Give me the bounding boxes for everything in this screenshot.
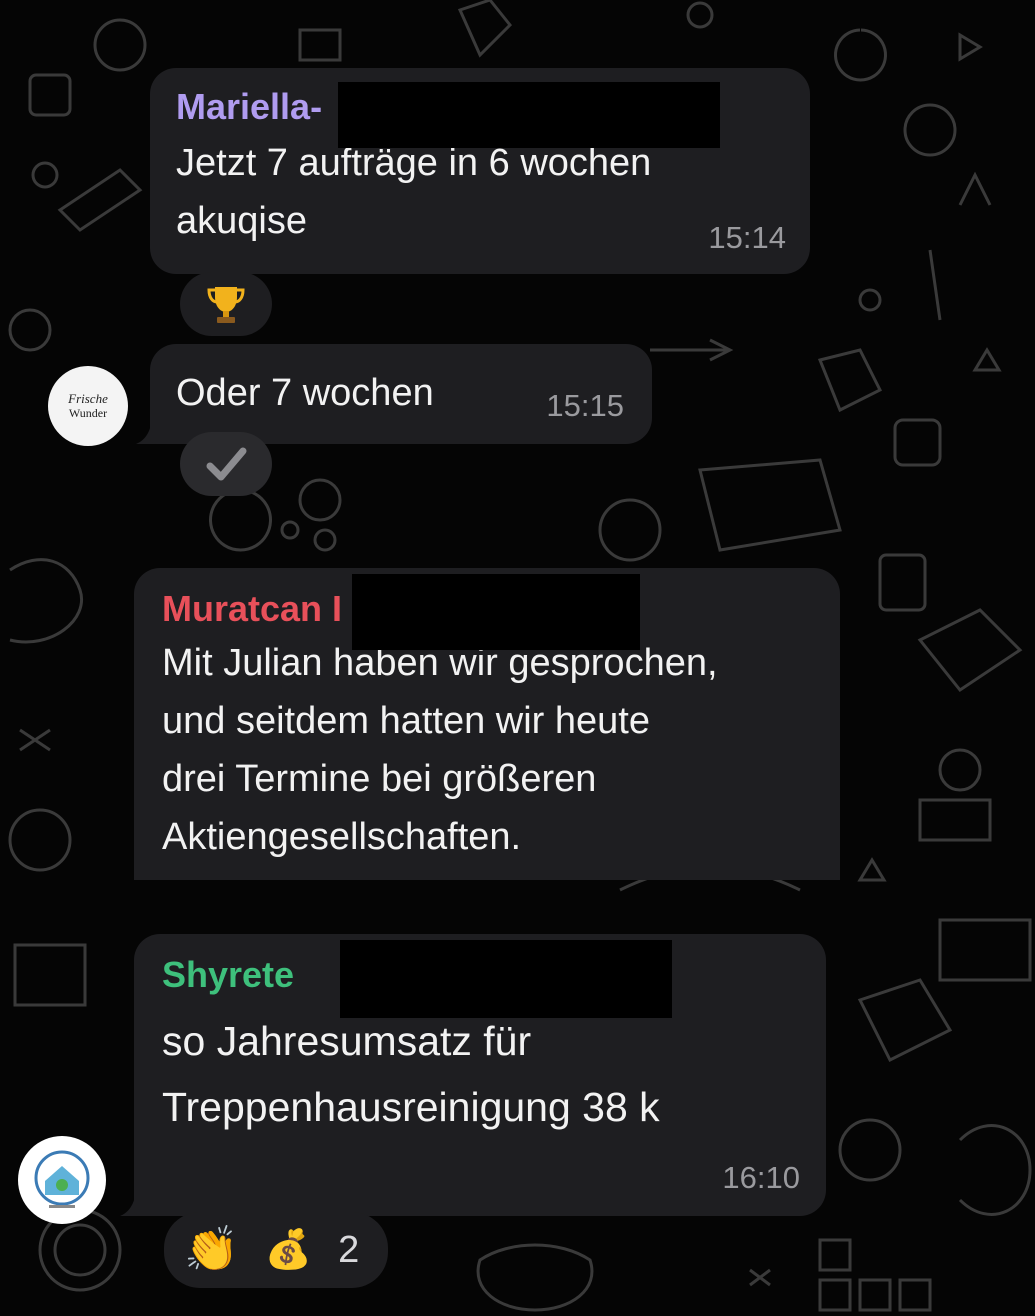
message-bubble-oder[interactable]: Oder 7 wochen 15:15 xyxy=(150,344,652,444)
message-bubble-muratcan[interactable]: Muratcan I Mit Julian haben wir gesproch… xyxy=(134,568,840,880)
message-time: 15:14 xyxy=(708,220,786,255)
reaction-pill[interactable]: 👏 💰 2 xyxy=(164,1212,388,1288)
money-bag-icon: 💰 xyxy=(264,1229,313,1271)
avatar-cleaning-service[interactable] xyxy=(18,1136,106,1224)
redaction-box xyxy=(352,574,640,650)
check-icon xyxy=(206,447,247,481)
redaction-box xyxy=(340,940,672,1018)
message-bubble-shyrete[interactable]: Shyrete so Jahresumsatz für Treppenhausr… xyxy=(134,934,826,1216)
avatar-logo-text: Wunder xyxy=(68,406,108,420)
message-bubble-mariella[interactable]: Mariella- Jetzt 7 aufträge in 6 wochen a… xyxy=(150,68,810,274)
clapping-hands-icon: 👏 xyxy=(184,1225,239,1274)
message-text: Jetzt 7 aufträge in 6 wochen akuqise xyxy=(176,142,652,242)
message-text: so Jahresumsatz für Treppenhausreinigung… xyxy=(162,1018,660,1130)
trophy-icon xyxy=(207,287,245,323)
reaction-pill[interactable] xyxy=(180,272,272,336)
redaction-box xyxy=(338,82,720,148)
message-text: Mit Julian haben wir gesprochen, und sei… xyxy=(162,642,718,858)
message-time: 16:10 xyxy=(722,1160,800,1195)
avatar-frische-wunder[interactable]: Frische Wunder xyxy=(48,366,128,446)
cleaning-logo-icon xyxy=(34,1150,90,1208)
reaction-pill[interactable] xyxy=(180,432,272,496)
avatar-logo-text: Frische xyxy=(68,391,108,406)
message-time: 15:15 xyxy=(546,388,624,423)
reaction-count: 2 xyxy=(338,1228,360,1271)
